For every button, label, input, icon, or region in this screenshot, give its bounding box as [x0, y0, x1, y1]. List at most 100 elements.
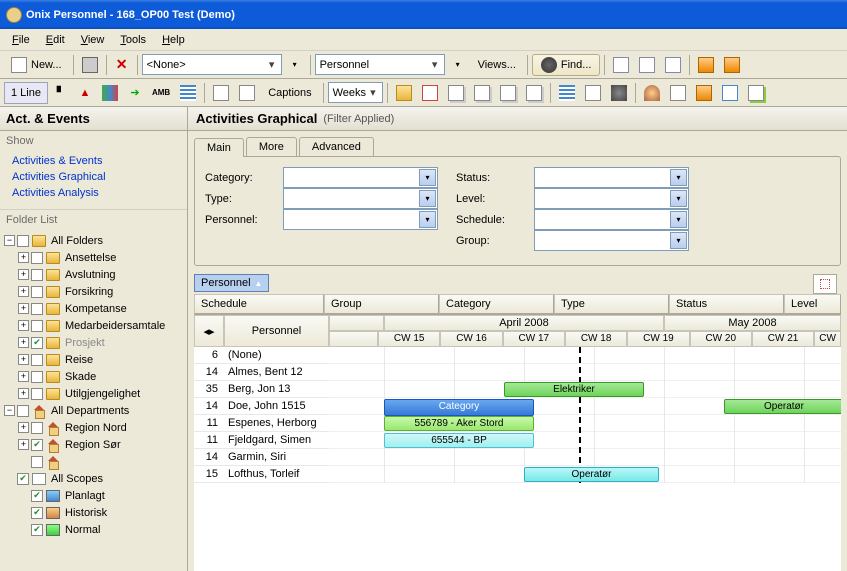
- tb2-i10[interactable]: [640, 82, 664, 104]
- tb2-btn-flag[interactable]: ▘: [50, 82, 72, 104]
- captions-button[interactable]: Captions: [261, 82, 318, 104]
- layout-btn-2[interactable]: [635, 54, 659, 76]
- tb2-btn-cal1[interactable]: [209, 82, 233, 104]
- combo2-dropdown-extra[interactable]: ▾: [447, 54, 469, 76]
- person-row[interactable]: 14Garmin, Siri: [194, 449, 329, 466]
- check-folder-5[interactable]: ✔: [31, 337, 43, 349]
- tb2-btn-up[interactable]: ▲: [74, 82, 96, 104]
- check-folder-4[interactable]: [31, 320, 43, 332]
- tb2-btn-amb[interactable]: AMB: [148, 82, 174, 104]
- personnel-header[interactable]: Personnel: [224, 315, 329, 347]
- toggle-all-folders[interactable]: −: [4, 235, 15, 246]
- link-activities-analysis[interactable]: Activities Analysis: [12, 185, 181, 201]
- find-button[interactable]: Find...: [532, 54, 601, 76]
- check-dept-2[interactable]: [31, 456, 43, 468]
- week-header[interactable]: CW 18: [565, 331, 627, 347]
- combo-schedule[interactable]: ▾: [534, 209, 689, 230]
- check-folder-1[interactable]: [31, 269, 43, 281]
- check-dept-1[interactable]: ✔: [31, 439, 43, 451]
- toggle-dept-1[interactable]: +: [18, 439, 29, 450]
- link-activities-graphical[interactable]: Activities Graphical: [12, 169, 181, 185]
- combo-personnel[interactable]: ▾: [283, 209, 438, 230]
- tb2-btn-cal2[interactable]: [235, 82, 259, 104]
- bar-aker[interactable]: 556789 - Aker Stord: [384, 416, 534, 431]
- tb2-i11[interactable]: [666, 82, 690, 104]
- check-scope-0[interactable]: ✔: [31, 490, 43, 502]
- group-badge[interactable]: Personnel▲: [194, 274, 269, 292]
- folder-4[interactable]: Medarbeidersamtale: [63, 320, 167, 332]
- check-folder-8[interactable]: [31, 388, 43, 400]
- folder-3[interactable]: Kompetanse: [63, 303, 129, 315]
- toggle-folder-0[interactable]: +: [18, 252, 29, 263]
- dept-1[interactable]: Region Sør: [63, 439, 123, 451]
- layout-btn-3[interactable]: [661, 54, 685, 76]
- layout-btn-4[interactable]: [694, 54, 718, 76]
- views-button[interactable]: Views...: [471, 54, 523, 76]
- toggle-folder-8[interactable]: +: [18, 388, 29, 399]
- check-scope-1[interactable]: ✔: [31, 507, 43, 519]
- toggle-all-depts[interactable]: −: [4, 405, 15, 416]
- bar-operator-2[interactable]: Operatør: [524, 467, 659, 482]
- link-activities-events[interactable]: Activities & Events: [12, 153, 181, 169]
- weeks-combo[interactable]: Weeks▾: [328, 82, 383, 103]
- col-category[interactable]: Category: [439, 294, 554, 314]
- tb2-i5[interactable]: [496, 82, 520, 104]
- toggle-folder-6[interactable]: +: [18, 354, 29, 365]
- person-row[interactable]: 11Fjeldgard, Simen: [194, 432, 329, 449]
- scroll-arrows[interactable]: ◂▸: [194, 315, 224, 347]
- toggle-folder-3[interactable]: +: [18, 303, 29, 314]
- bar-category-header[interactable]: Category: [384, 399, 534, 416]
- delete-button[interactable]: ✕: [111, 54, 133, 76]
- filter-combo-2[interactable]: Personnel▾: [315, 54, 445, 75]
- col-group[interactable]: Group: [324, 294, 439, 314]
- menu-tools[interactable]: Tools: [112, 30, 154, 50]
- week-header[interactable]: CW 15: [378, 331, 440, 347]
- folder-1[interactable]: Avslutning: [63, 269, 118, 281]
- tab-advanced[interactable]: Advanced: [299, 137, 374, 156]
- tb2-i6[interactable]: [522, 82, 546, 104]
- print-button[interactable]: [78, 54, 102, 76]
- timeline[interactable]: April 2008 May 2008 CW 15CW 16CW 17CW 18…: [329, 315, 841, 571]
- week-header[interactable]: CW 21: [752, 331, 814, 347]
- combo1-dropdown-extra[interactable]: ▾: [284, 54, 306, 76]
- tb2-i7[interactable]: [555, 82, 579, 104]
- node-all-folders[interactable]: All Folders: [49, 235, 105, 247]
- col-schedule[interactable]: Schedule: [194, 294, 324, 314]
- check-all-folders[interactable]: [17, 235, 29, 247]
- person-row[interactable]: 15Lofthus, Torleif: [194, 466, 329, 483]
- scope-2[interactable]: Normal: [63, 524, 102, 536]
- layout-btn-5[interactable]: [720, 54, 744, 76]
- node-all-scopes[interactable]: All Scopes: [49, 473, 105, 485]
- toggle-dept-0[interactable]: +: [18, 422, 29, 433]
- person-row[interactable]: 6(None): [194, 347, 329, 364]
- toggle-folder-5[interactable]: +: [18, 337, 29, 348]
- tb2-btn-list[interactable]: [176, 82, 200, 104]
- folder-5[interactable]: Prosjekt: [63, 337, 107, 349]
- tb2-btn-chart[interactable]: [98, 82, 122, 104]
- folder-2[interactable]: Forsikring: [63, 286, 115, 298]
- tab-main[interactable]: Main: [194, 138, 244, 157]
- combo-status[interactable]: ▾: [534, 167, 689, 188]
- bar-elektriker[interactable]: Elektriker: [504, 382, 644, 397]
- check-folder-2[interactable]: [31, 286, 43, 298]
- scope-1[interactable]: Historisk: [63, 507, 109, 519]
- folder-8[interactable]: Utilgjengelighet: [63, 388, 142, 400]
- folder-7[interactable]: Skade: [63, 371, 98, 383]
- tab-more[interactable]: More: [246, 137, 297, 156]
- check-scope-2[interactable]: ✔: [31, 524, 43, 536]
- week-header[interactable]: CW: [814, 331, 841, 347]
- col-type[interactable]: Type: [554, 294, 669, 314]
- node-all-departments[interactable]: All Departments: [49, 405, 131, 417]
- tb2-i12[interactable]: [692, 82, 716, 104]
- folder-6[interactable]: Reise: [63, 354, 95, 366]
- person-row[interactable]: 14Doe, John 1515: [194, 398, 329, 415]
- tb2-i2[interactable]: [418, 82, 442, 104]
- toggle-folder-1[interactable]: +: [18, 269, 29, 280]
- layout-btn-1[interactable]: [609, 54, 633, 76]
- tb2-i4[interactable]: [470, 82, 494, 104]
- week-header[interactable]: CW 16: [440, 331, 502, 347]
- filter-combo-1[interactable]: <None>▾: [142, 54, 282, 75]
- week-header[interactable]: CW 19: [627, 331, 689, 347]
- col-level[interactable]: Level: [784, 294, 841, 314]
- week-header[interactable]: CW 20: [690, 331, 752, 347]
